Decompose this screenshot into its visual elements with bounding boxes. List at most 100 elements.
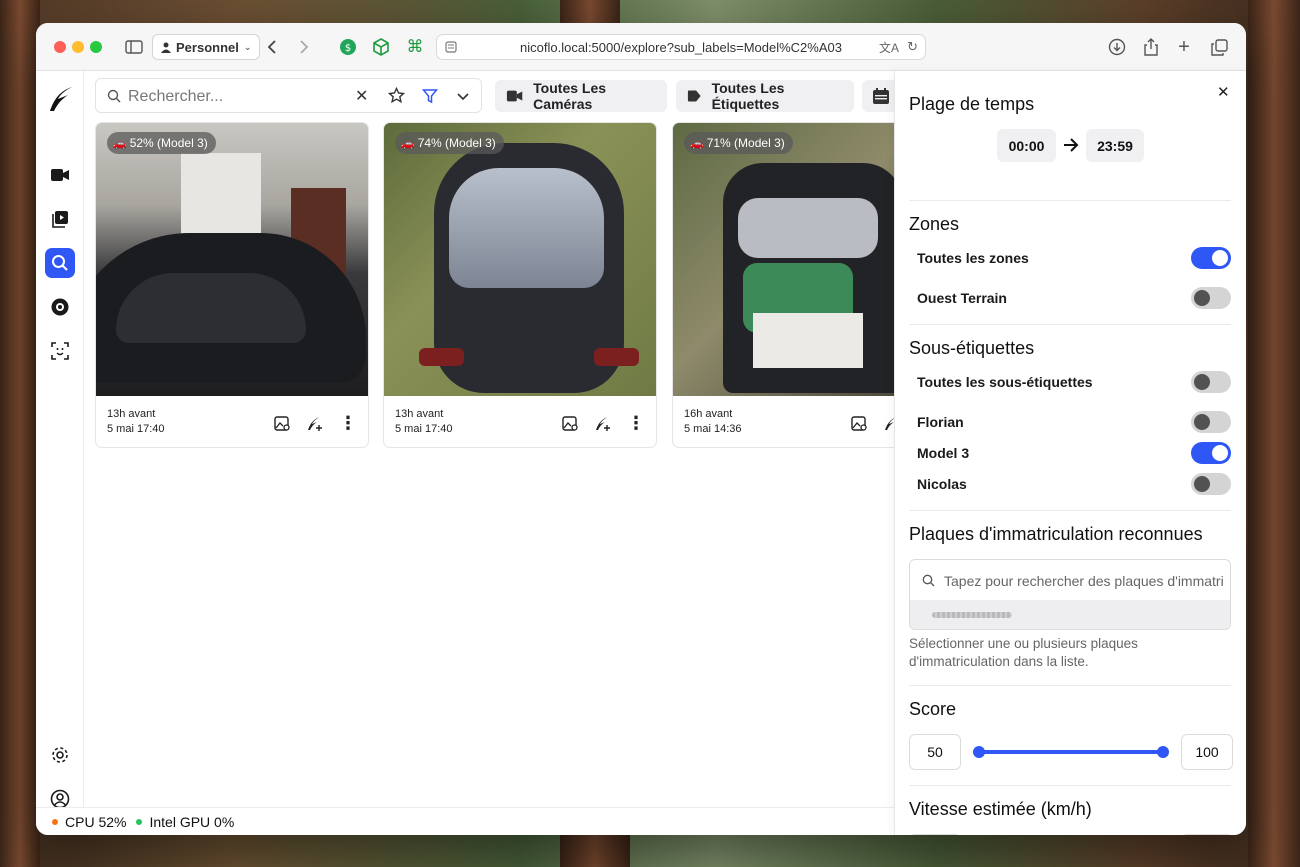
close-panel-icon[interactable]: ✕ xyxy=(1217,83,1230,101)
score-slider[interactable] xyxy=(973,746,1169,758)
search-similar-icon[interactable] xyxy=(559,412,581,434)
sidebar-toggle-icon[interactable] xyxy=(122,35,146,59)
settings-nav[interactable] xyxy=(45,740,75,770)
live-camera-nav[interactable] xyxy=(45,160,75,190)
more-options-icon[interactable]: ⋮ xyxy=(337,412,359,434)
sub-label-item-label: Florian xyxy=(917,414,964,430)
car-icon: 🚗 xyxy=(690,137,704,150)
search-box[interactable]: Rechercher... ✕ xyxy=(95,78,482,113)
command-extension-icon[interactable]: ⌘ xyxy=(403,35,427,59)
score-min-input[interactable]: 50 xyxy=(909,734,961,770)
time-range-title: Plage de temps xyxy=(909,94,1035,114)
divider xyxy=(909,685,1231,686)
plates-search-input[interactable]: Tapez pour rechercher des plaques d'imma… xyxy=(944,573,1224,589)
sub-labels-title: Sous-étiquettes xyxy=(909,338,1035,358)
plate-option[interactable] xyxy=(910,600,1230,629)
score-max-handle[interactable] xyxy=(1157,746,1169,758)
minimize-window-button[interactable] xyxy=(72,41,84,53)
search-similar-icon[interactable] xyxy=(271,412,293,434)
time-end-button[interactable]: 23:59 xyxy=(1086,129,1144,162)
card-timestamp: 16h avant 5 mai 14:36 xyxy=(684,407,741,437)
review-nav[interactable] xyxy=(45,204,75,234)
time-start-button[interactable]: 00:00 xyxy=(997,129,1056,162)
address-bar[interactable]: nicoflo.local:5000/explore?sub_labels=Mo… xyxy=(436,34,926,60)
snapshot-thumbnail[interactable]: 🚗 52% (Model 3) xyxy=(96,123,368,396)
face-library-nav[interactable] xyxy=(45,336,75,366)
translate-icon[interactable]: 文A xyxy=(879,39,899,56)
person-icon xyxy=(161,42,171,53)
explore-nav[interactable] xyxy=(45,248,75,278)
more-options-icon[interactable]: ⋮ xyxy=(625,412,647,434)
add-to-face-library-icon[interactable] xyxy=(881,412,894,434)
labels-filter-button[interactable]: Toutes Les Étiquettes xyxy=(676,80,854,112)
new-tab-icon[interactable]: + xyxy=(1172,35,1196,59)
score-badge-label: 74% (Model 3) xyxy=(417,136,496,150)
score-min-handle[interactable] xyxy=(973,746,985,758)
sub-label-all-toggle[interactable] xyxy=(1191,371,1231,393)
close-window-button[interactable] xyxy=(54,41,66,53)
add-to-face-library-icon[interactable] xyxy=(592,412,614,434)
back-icon[interactable] xyxy=(260,35,284,59)
gpu-status-dot xyxy=(136,818,143,825)
result-card[interactable]: 🚗 74% (Model 3) 13h avant 5 mai 17:40 ⋮ xyxy=(383,122,657,448)
filter-icon[interactable] xyxy=(422,88,438,104)
snapshot-thumbnail[interactable]: 🚗 74% (Model 3) xyxy=(384,123,656,396)
speed-title: Vitesse estimée (km/h) xyxy=(909,799,1092,819)
downloads-icon[interactable] xyxy=(1105,35,1129,59)
reload-icon[interactable]: ↻ xyxy=(907,39,918,55)
video-camera-icon xyxy=(51,169,69,181)
extension-icon[interactable]: $ xyxy=(336,35,360,59)
url-text: nicoflo.local:5000/explore?sub_labels=Mo… xyxy=(520,39,842,55)
zone-ouest-terrain-toggle[interactable] xyxy=(1191,287,1231,309)
zoom-window-button[interactable] xyxy=(90,41,102,53)
result-card[interactable]: 🚗 71% (Model 3) 16h avant 5 mai 14:36 xyxy=(672,122,894,448)
star-icon[interactable] xyxy=(388,87,405,104)
frigate-logo[interactable] xyxy=(48,85,74,118)
zone-all-toggle[interactable] xyxy=(1191,247,1231,269)
chevron-down-icon[interactable] xyxy=(457,93,469,101)
play-library-icon xyxy=(52,211,68,228)
redacted-plate xyxy=(932,612,1012,618)
face-scan-icon xyxy=(51,342,69,360)
cameras-filter-button[interactable]: Toutes Les Caméras xyxy=(495,80,667,112)
profile-selector[interactable]: Personnel ⌄ xyxy=(152,34,261,60)
score-badge-label: 71% (Model 3) xyxy=(706,136,785,150)
gear-icon xyxy=(52,747,68,763)
search-similar-icon[interactable] xyxy=(848,412,870,434)
cube-extension-icon[interactable] xyxy=(369,35,393,59)
clear-search-icon[interactable]: ✕ xyxy=(355,86,368,106)
result-card[interactable]: 🚗 52% (Model 3) 13h avant 5 mai 17:40 ⋮ xyxy=(95,122,369,448)
score-badge-label: 52% (Model 3) xyxy=(129,136,208,150)
page-icon xyxy=(445,41,457,53)
share-icon[interactable] xyxy=(1139,35,1163,59)
speed-max-input[interactable]: 150 xyxy=(1181,834,1233,835)
sub-label-item-label: Toutes les sous-étiquettes xyxy=(917,374,1093,390)
disc-icon xyxy=(51,298,69,316)
score-max-input[interactable]: 100 xyxy=(1181,734,1233,770)
sub-label-model3-toggle[interactable] xyxy=(1191,442,1231,464)
cpu-usage[interactable]: CPU 52% xyxy=(65,814,126,830)
browser-window: Personnel ⌄ $ ⌘ nicoflo.local:5000/explo… xyxy=(36,23,1246,835)
zones-title: Zones xyxy=(909,214,960,234)
tab-overview-icon[interactable] xyxy=(1207,35,1231,59)
score-title: Score xyxy=(909,699,957,719)
card-relative-time: 13h avant xyxy=(107,408,156,420)
zone-item-label: Ouest Terrain xyxy=(917,290,1007,306)
export-nav[interactable] xyxy=(45,292,75,322)
gpu-usage[interactable]: Intel GPU 0% xyxy=(149,814,234,830)
score-badge: 🚗 74% (Model 3) xyxy=(395,132,504,154)
speed-min-input[interactable]: 1 xyxy=(909,834,961,835)
chevron-down-icon: ⌄ xyxy=(243,41,252,52)
add-to-face-library-icon[interactable] xyxy=(304,412,326,434)
sub-label-nicolas-toggle[interactable] xyxy=(1191,473,1231,495)
cpu-status-dot xyxy=(52,818,58,825)
video-camera-icon xyxy=(506,90,523,102)
search-input[interactable]: Rechercher... xyxy=(128,88,223,106)
sub-label-florian-toggle[interactable] xyxy=(1191,411,1231,433)
search-icon xyxy=(107,89,121,103)
snapshot-thumbnail[interactable]: 🚗 71% (Model 3) xyxy=(673,123,894,396)
plates-combobox[interactable]: Tapez pour rechercher des plaques d'imma… xyxy=(909,559,1231,630)
tag-icon xyxy=(687,90,701,102)
car-icon: 🚗 xyxy=(113,137,127,150)
forward-icon[interactable] xyxy=(292,35,316,59)
